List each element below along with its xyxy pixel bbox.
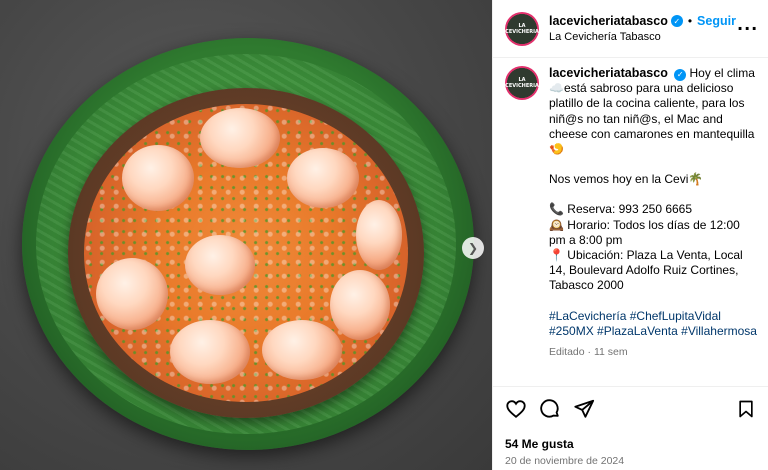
- action-bar: 54 Me gusta 20 de noviembre de 2024: [493, 386, 768, 470]
- caption-text: Nos vemos hoy en la Cevi🌴: [549, 172, 704, 187]
- bookmark-icon[interactable]: [735, 398, 757, 420]
- hashtag-link[interactable]: #PlazaLaVenta: [597, 324, 678, 338]
- caption-block: LA CEVICHERIA lacevicheriatabasco ✓ Hoy …: [493, 66, 768, 360]
- more-options-icon[interactable]: ···: [737, 19, 763, 38]
- shrimp: [96, 258, 168, 330]
- caption-username[interactable]: lacevicheriatabasco: [549, 66, 668, 80]
- hashtag-link[interactable]: #Villahermosa: [681, 324, 757, 338]
- hashtag-link[interactable]: #250MX: [549, 324, 594, 338]
- verified-badge-icon: ✓: [670, 15, 683, 27]
- post-header: LA CEVICHERIA lacevicheriatabasco ✓ • Se…: [493, 0, 768, 58]
- hashtag-link[interactable]: #ChefLupitaVidal: [630, 309, 721, 323]
- post-date: 20 de noviembre de 2024: [505, 455, 625, 467]
- shrimp: [262, 320, 342, 380]
- next-image-button[interactable]: ❯: [462, 237, 484, 259]
- avatar-label: LA CEVICHERIA: [505, 22, 539, 35]
- hashtags: #LaCevichería #ChefLupitaVidal #250MX #P…: [549, 309, 757, 339]
- avatar[interactable]: LA CEVICHERIA: [505, 11, 539, 46]
- username-link[interactable]: lacevicheriatabasco: [549, 14, 668, 28]
- avatar[interactable]: LA CEVICHERIA: [505, 66, 539, 100]
- likes-count[interactable]: 54 Me gusta: [505, 437, 757, 451]
- post-image[interactable]: ❯: [0, 0, 492, 470]
- caption-text: 🕰️ Horario: Todos los días de 12:00 pm a…: [549, 217, 740, 247]
- caption-text: 📞 Reserva: 993 250 6665: [549, 202, 693, 217]
- shrimp: [122, 145, 194, 211]
- separator-dot: •: [687, 14, 693, 28]
- shrimp: [200, 108, 280, 168]
- shrimp: [287, 148, 359, 208]
- comment-icon[interactable]: [539, 398, 561, 420]
- shrimp: [170, 320, 250, 384]
- shrimp: [330, 270, 390, 340]
- hashtag-link[interactable]: #LaCevichería: [549, 309, 626, 323]
- avatar-label: LA CEVICHERIA: [505, 77, 539, 89]
- follow-button[interactable]: Seguir: [697, 14, 736, 28]
- chevron-right-icon: ❯: [467, 241, 479, 255]
- post-details-panel: LA CEVICHERIA lacevicheriatabasco ✓ • Se…: [492, 0, 768, 470]
- send-icon[interactable]: [573, 398, 595, 420]
- shrimp: [356, 200, 402, 270]
- post-meta: Editado · 11 sem: [549, 346, 628, 359]
- verified-badge-icon: ✓: [674, 68, 687, 81]
- heart-icon[interactable]: [505, 398, 527, 420]
- location-link[interactable]: La Cevichería Tabasco: [549, 31, 737, 43]
- shrimp: [185, 235, 255, 295]
- caption-text: 📍 Ubicación: Plaza La Venta, Local 14, B…: [549, 248, 743, 293]
